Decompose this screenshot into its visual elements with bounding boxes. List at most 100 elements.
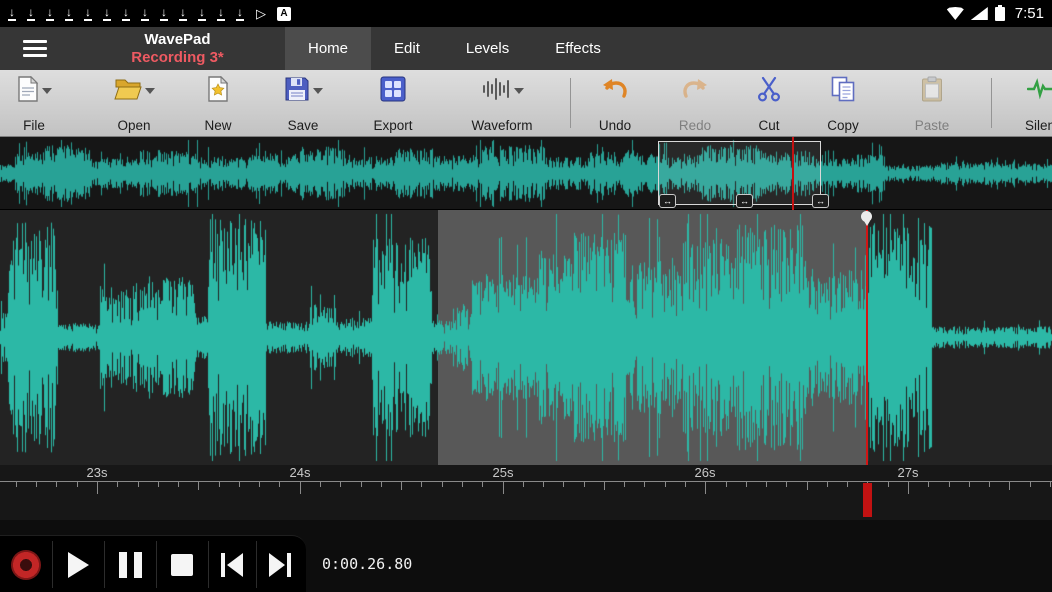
toolbar-button-label: Open <box>117 118 150 133</box>
ruler-tick <box>665 482 666 487</box>
download-icon: ↓ <box>160 6 168 21</box>
ruler-tick <box>279 482 280 487</box>
ruler-tick <box>178 482 179 487</box>
ruler-tick <box>746 482 747 487</box>
overview-drag-handle-icon[interactable]: ↔ <box>812 194 829 208</box>
timeline-label: 27s <box>898 465 919 480</box>
battery-icon <box>995 5 1005 22</box>
download-icon: ↓ <box>27 6 35 21</box>
main-waveform-canvas[interactable] <box>0 210 1052 465</box>
app-header: WavePad Recording 3* HomeEditLevelsEffec… <box>0 27 1052 70</box>
ruler-tick <box>807 482 808 490</box>
ruler-tick <box>766 482 767 487</box>
ruler-tick <box>1050 482 1051 487</box>
timeline-playhead-marker[interactable] <box>863 483 872 517</box>
wavepad-app: ↓↓↓↓↓↓↓↓↓↓↓↓↓ ▷ A 7:51 WavePad Recording… <box>0 0 1052 592</box>
download-icon: ↓ <box>217 6 225 21</box>
ruler-tick <box>523 482 524 487</box>
pause-icon <box>119 552 142 578</box>
cut-button[interactable]: Cut <box>734 75 804 133</box>
stop-button[interactable] <box>156 536 208 592</box>
silen-button[interactable]: Silen <box>1005 75 1052 133</box>
toolbar: File Open New Save Export Waveform Undo Redo Cut… <box>0 70 1052 137</box>
menu-icon[interactable] <box>0 27 70 70</box>
next-icon <box>269 553 291 577</box>
overview-drag-handle-icon[interactable]: ↔ <box>736 194 753 208</box>
pause-button[interactable] <box>104 536 156 592</box>
tab-bar: HomeEditLevelsEffects <box>285 27 624 70</box>
new-file-icon <box>207 76 229 107</box>
tab-edit[interactable]: Edit <box>371 27 443 70</box>
timeline-ruler[interactable]: 23s24s25s26s27s <box>0 465 1052 520</box>
dropdown-arrow-icon[interactable] <box>145 88 155 94</box>
toolbar-button-label: Undo <box>599 118 631 133</box>
toolbar-button-label: Save <box>288 118 319 133</box>
waveform-button[interactable]: Waveform <box>454 75 550 133</box>
ruler-tick <box>827 482 828 487</box>
record-icon <box>11 550 41 580</box>
tab-effects[interactable]: Effects <box>532 27 624 70</box>
new-button[interactable]: New <box>183 75 253 133</box>
a-overlay-icon: A <box>277 7 291 21</box>
ruler-tick <box>644 482 645 487</box>
copy-icon <box>831 76 856 107</box>
toolbar-button-label: Waveform <box>471 118 532 133</box>
cursor-handle-icon[interactable] <box>861 211 872 222</box>
previous-icon <box>221 553 243 577</box>
save-button[interactable]: Save <box>268 75 338 133</box>
redo-button: Redo <box>660 75 730 133</box>
transport-separator <box>104 541 105 588</box>
export-icon <box>380 76 406 107</box>
ruler-tick <box>198 482 199 490</box>
play-button[interactable] <box>52 536 104 592</box>
ruler-tick <box>381 482 382 487</box>
silence-icon <box>1027 77 1052 106</box>
title-block: WavePad Recording 3* <box>70 27 285 70</box>
ruler-tick <box>219 482 220 487</box>
playback-cursor[interactable] <box>866 210 868 465</box>
toolbar-button-label: Cut <box>758 118 779 133</box>
stop-icon <box>171 554 193 576</box>
file-icon <box>17 76 39 107</box>
ruler-tick <box>624 482 625 487</box>
waveform-editor <box>0 210 1052 465</box>
ruler-tick <box>442 482 443 487</box>
previous-button[interactable] <box>208 536 256 592</box>
ruler-tick <box>340 482 341 487</box>
document-title: Recording 3* <box>131 49 224 67</box>
status-bar-left: ↓↓↓↓↓↓↓↓↓↓↓↓↓ ▷ A <box>8 6 291 22</box>
ruler-tick <box>97 482 98 494</box>
overview-drag-handle-icon[interactable]: ↔ <box>659 194 676 208</box>
ruler-tick <box>462 482 463 487</box>
dropdown-arrow-icon[interactable] <box>42 88 52 94</box>
ruler-tick <box>503 482 504 494</box>
tab-levels[interactable]: Levels <box>443 27 532 70</box>
paste-button: Paste <box>897 75 967 133</box>
ruler-tick <box>239 482 240 487</box>
ruler-tick <box>928 482 929 487</box>
file-button[interactable]: File <box>0 75 69 133</box>
ruler-tick <box>482 482 483 487</box>
transport-separator <box>52 541 53 588</box>
download-icon: ↓ <box>84 6 92 21</box>
cellular-signal-icon <box>971 7 988 20</box>
transport-buttons-panel <box>0 535 306 592</box>
record-button[interactable] <box>0 536 52 592</box>
ruler-tick <box>908 482 909 494</box>
tab-home[interactable]: Home <box>285 27 371 70</box>
cut-icon <box>757 76 781 107</box>
ruler-tick <box>421 482 422 487</box>
dropdown-arrow-icon[interactable] <box>313 88 323 94</box>
toolbar-button-label: Export <box>373 118 412 133</box>
toolbar-separator <box>991 78 992 128</box>
open-button[interactable]: Open <box>99 75 169 133</box>
ruler-tick <box>300 482 301 494</box>
undo-button[interactable]: Undo <box>580 75 650 133</box>
next-button[interactable] <box>256 536 304 592</box>
export-button[interactable]: Export <box>358 75 428 133</box>
status-bar-right: 7:51 <box>947 5 1044 22</box>
dropdown-arrow-icon[interactable] <box>514 88 524 94</box>
overview-waveform-canvas[interactable] <box>0 137 1052 210</box>
copy-button[interactable]: Copy <box>808 75 878 133</box>
timeline-label: 26s <box>695 465 716 480</box>
